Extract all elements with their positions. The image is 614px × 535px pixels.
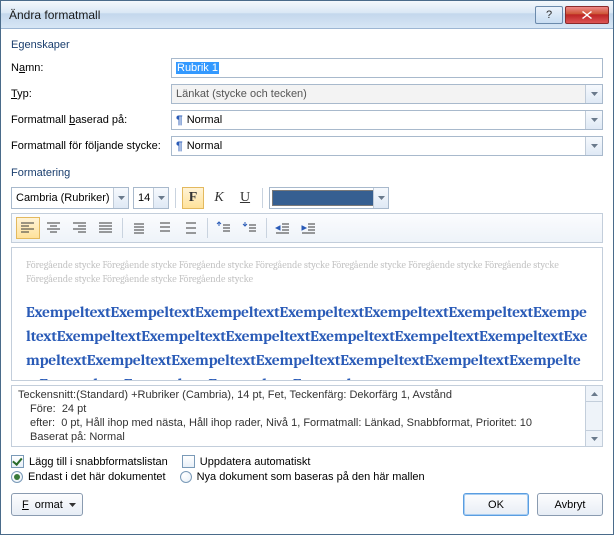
align-center-button[interactable] — [42, 217, 66, 239]
underline-button[interactable]: U — [234, 187, 256, 209]
add-to-quick-label: Lägg till i snabbformatslistan — [29, 456, 168, 468]
following-value: Normal — [187, 140, 222, 152]
font-color-combo[interactable] — [269, 187, 389, 209]
space-before-dec-button[interactable] — [238, 217, 262, 239]
chevron-down-icon — [585, 111, 602, 129]
chevron-down-icon — [153, 188, 168, 208]
only-this-doc-label: Endast i det här dokumentet — [28, 471, 166, 483]
radio-icon — [11, 471, 23, 483]
add-to-quick-checkbox[interactable]: Lägg till i snabbformatslistan — [11, 455, 168, 468]
font-family-value: Cambria (Rubriker) — [16, 192, 110, 204]
new-docs-label: Nya dokument som baseras på den här mall… — [197, 471, 425, 483]
chevron-down-icon — [113, 188, 128, 208]
row-type: Typ: Länkat (stycke och tecken) — [11, 83, 603, 105]
separator — [262, 188, 263, 208]
ok-button[interactable]: OK — [463, 493, 529, 516]
options-row-1: Lägg till i snabbformatslistan Uppdatera… — [11, 455, 603, 468]
window-buttons: ? — [533, 6, 609, 24]
dialog-content: Egenskaper Namn: Rubrik 1 Typ: Länkat (s… — [1, 29, 613, 534]
properties-group-label: Egenskaper — [11, 39, 603, 51]
titlebar: Ändra formatmall ? — [1, 1, 613, 29]
only-this-doc-radio[interactable]: Endast i det här dokumentet — [11, 471, 166, 483]
checkbox-icon — [182, 455, 195, 468]
description-text: Teckensnitt:(Standard) +Rubriker (Cambri… — [12, 386, 585, 446]
help-button[interactable]: ? — [535, 6, 563, 24]
indent-increase-button[interactable] — [297, 217, 321, 239]
line-spacing-2-button[interactable] — [179, 217, 203, 239]
checkbox-icon — [11, 455, 24, 468]
chevron-down-icon — [373, 188, 388, 208]
italic-button[interactable]: K — [208, 187, 230, 209]
dialog-buttons: Format OK Avbryt — [11, 493, 603, 516]
close-button[interactable] — [565, 6, 609, 24]
chevron-down-icon — [585, 85, 602, 103]
style-description: Teckensnitt:(Standard) +Rubriker (Cambri… — [11, 385, 603, 447]
style-preview: Föregående stycke Föregående stycke Före… — [11, 247, 603, 381]
separator — [207, 218, 208, 238]
line-spacing-1-button[interactable] — [127, 217, 151, 239]
name-input[interactable]: Rubrik 1 — [171, 58, 603, 78]
based-on-combo[interactable]: ¶ Normal — [171, 110, 603, 130]
font-size-value: 14 — [138, 192, 150, 204]
following-combo[interactable]: ¶ Normal — [171, 136, 603, 156]
align-justify-button[interactable] — [94, 217, 118, 239]
chevron-down-icon — [585, 137, 602, 155]
color-swatch — [272, 190, 386, 206]
new-docs-radio[interactable]: Nya dokument som baseras på den här mall… — [180, 471, 425, 483]
font-size-combo[interactable]: 14 — [133, 187, 169, 209]
scroll-down-icon[interactable] — [586, 430, 602, 446]
format-button[interactable]: Format — [11, 493, 83, 516]
preview-preceding-text: Föregående stycke Föregående stycke Före… — [26, 258, 588, 286]
options-row-2: Endast i det här dokumentet Nya dokument… — [11, 471, 603, 483]
space-before-inc-button[interactable] — [212, 217, 236, 239]
row-based-on: Formatmall baserad på: ¶ Normal — [11, 109, 603, 131]
scroll-up-icon[interactable] — [586, 386, 602, 402]
scroll-track[interactable] — [586, 402, 602, 430]
row-name: Namn: Rubrik 1 — [11, 57, 603, 79]
type-value: Länkat (stycke och tecken) — [176, 88, 307, 100]
auto-update-label: Uppdatera automatiskt — [200, 456, 311, 468]
label-name: Namn: — [11, 62, 171, 74]
line-spacing-15-button[interactable] — [153, 217, 177, 239]
modify-style-dialog: Ändra formatmall ? Egenskaper Namn: Rubr… — [0, 0, 614, 535]
indent-decrease-button[interactable] — [271, 217, 295, 239]
based-on-value: Normal — [187, 114, 222, 126]
separator — [175, 188, 176, 208]
description-scrollbar[interactable] — [585, 386, 602, 446]
formatting-group-label: Formatering — [11, 167, 603, 179]
align-left-button[interactable] — [16, 217, 40, 239]
type-combo[interactable]: Länkat (stycke och tecken) — [171, 84, 603, 104]
label-following: Formatmall för följande stycke: — [11, 140, 171, 152]
pilcrow-icon: ¶ — [176, 113, 183, 127]
chevron-down-icon — [69, 503, 76, 507]
radio-icon — [180, 471, 192, 483]
font-family-combo[interactable]: Cambria (Rubriker) — [11, 187, 129, 209]
separator — [122, 218, 123, 238]
pilcrow-icon: ¶ — [176, 139, 183, 153]
label-based-on: Formatmall baserad på: — [11, 114, 171, 126]
auto-update-checkbox[interactable]: Uppdatera automatiskt — [182, 455, 311, 468]
bold-button[interactable]: F — [182, 187, 204, 209]
cancel-button[interactable]: Avbryt — [537, 493, 603, 516]
window-title: Ändra formatmall — [9, 8, 533, 22]
label-type: Typ: — [11, 88, 171, 100]
preview-sample-text: ExempeltextExempeltextExempeltextExempel… — [26, 300, 588, 381]
row-following: Formatmall för följande stycke: ¶ Normal — [11, 135, 603, 157]
paragraph-toolbar — [11, 213, 603, 243]
separator — [266, 218, 267, 238]
font-toolbar: Cambria (Rubriker) 14 F K U — [11, 187, 603, 209]
align-right-button[interactable] — [68, 217, 92, 239]
